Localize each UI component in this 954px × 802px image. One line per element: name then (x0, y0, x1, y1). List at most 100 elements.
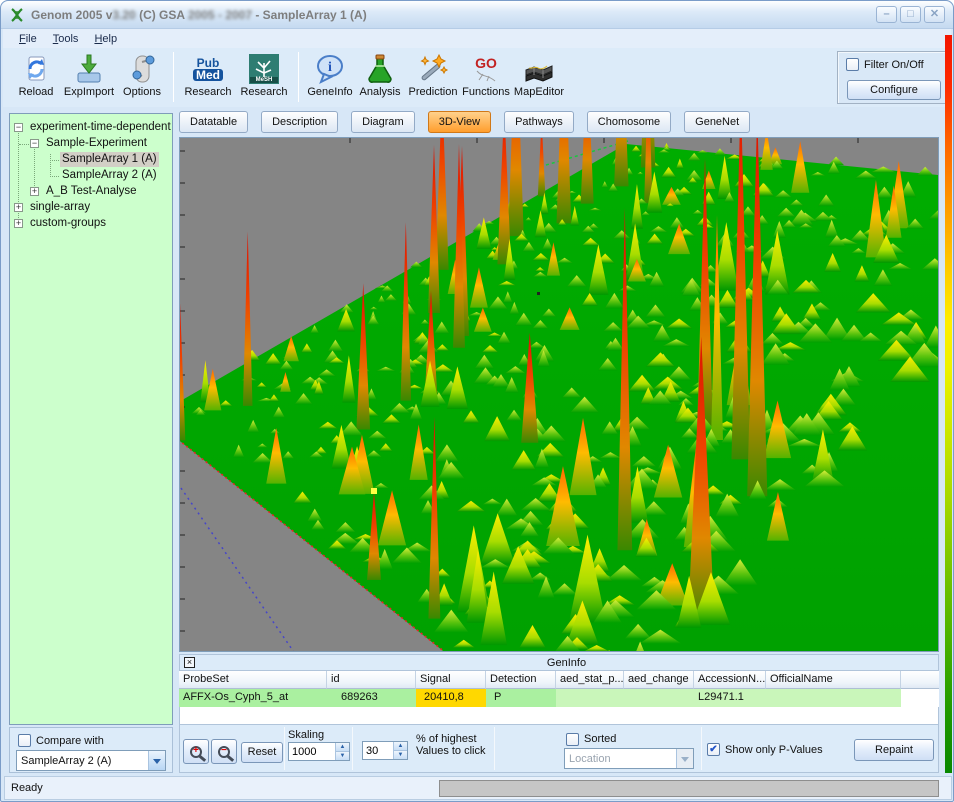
location-select[interactable]: Location (564, 748, 694, 769)
info-bubble-icon: i (313, 52, 347, 85)
column-header-detection[interactable]: Detection (486, 671, 556, 689)
tab-datatable[interactable]: Datatable (179, 111, 248, 133)
pubmed-icon: PubMed (191, 52, 225, 85)
skaling-input[interactable] (289, 743, 335, 760)
show-pvalues-label: Show only P-Values (725, 744, 823, 756)
percent-spinbox (362, 741, 408, 760)
surface-svg (180, 138, 938, 651)
tree-collapse-toggle[interactable] (30, 139, 39, 148)
map-stack-icon (522, 52, 556, 85)
spin-up-icon[interactable] (336, 743, 349, 752)
menu-file[interactable]: File (11, 31, 45, 47)
column-header-signal[interactable]: Signal (416, 671, 486, 689)
sorted-checkbox[interactable] (566, 733, 579, 746)
maximize-button[interactable] (900, 6, 921, 23)
tree-item-samplearray-2[interactable]: SampleArray 2 (A) (60, 168, 159, 183)
tree-collapse-toggle[interactable] (14, 123, 23, 132)
compare-panel: Compare with SampleArray 2 (A) (9, 727, 173, 773)
column-header-probeset[interactable]: ProbeSet (179, 671, 327, 689)
toolbar-separator (298, 52, 299, 102)
column-header-empty[interactable] (901, 671, 939, 689)
compare-with-label: Compare with (36, 735, 104, 747)
column-header-officialname[interactable]: OfficialName (766, 671, 901, 689)
column-header-accession[interactable]: AccessionN... (694, 671, 766, 689)
controls-divider (284, 727, 285, 770)
tab-description[interactable]: Description (261, 111, 338, 133)
tree-item-samplearray-1[interactable]: SampleArray 1 (A) (60, 152, 159, 167)
tree-item-single-array[interactable]: single-array (28, 200, 92, 215)
tree-expand-toggle[interactable] (30, 187, 39, 196)
tree-item-custom-groups[interactable]: custom-groups (28, 216, 108, 231)
dropdown-arrow-icon[interactable] (148, 751, 165, 770)
reset-button[interactable]: Reset (241, 742, 283, 763)
cell-detection: P (486, 689, 556, 707)
tree-item-ab-test-analyse[interactable]: A_B Test-Analyse (44, 184, 139, 199)
column-header-aed-stat-p[interactable]: aed_stat_p... (556, 671, 624, 689)
tree-item-experiment-time-dependent[interactable]: experiment-time-dependent (28, 120, 173, 135)
app-icon (9, 7, 25, 23)
geninfo-table-row[interactable]: AFFX-Os_Cyph_5_at 689263 20410,8 P L2947… (179, 689, 939, 707)
tree-expand-toggle[interactable] (14, 219, 23, 228)
tree-expand-toggle[interactable] (14, 203, 23, 212)
height-color-scale (945, 35, 952, 773)
status-text: Ready (11, 782, 43, 794)
spin-down-icon[interactable] (394, 751, 407, 759)
tab-pathways[interactable]: Pathways (504, 111, 574, 133)
sorted-label: Sorted (584, 733, 616, 745)
prediction-button[interactable]: Prediction (405, 50, 461, 105)
close-button[interactable] (924, 6, 945, 23)
spin-down-icon[interactable] (336, 752, 349, 760)
cell-aed-change (624, 689, 694, 707)
percent-spinner[interactable] (393, 742, 407, 759)
menu-help[interactable]: Help (86, 31, 125, 47)
surface-3d-view[interactable] (179, 137, 939, 652)
column-header-aed-change[interactable]: aed_change (624, 671, 694, 689)
tab-genenet[interactable]: GeneNet (684, 111, 750, 133)
menu-bar: File Tools Help (3, 29, 951, 48)
analysis-button[interactable]: Analysis (355, 50, 405, 105)
reload-button[interactable]: Reload (11, 50, 61, 105)
tab-diagram[interactable]: Diagram (351, 111, 415, 133)
tab-chomosome[interactable]: Chomosome (587, 111, 671, 133)
options-button[interactable]: Options (117, 50, 167, 105)
mapeditor-button[interactable]: MapEditor (511, 50, 567, 105)
geneinfo-button[interactable]: i GeneInfo (305, 50, 355, 105)
mesh-research-button[interactable]: MeSH Research (236, 50, 292, 105)
percent-input[interactable] (363, 742, 393, 759)
pubmed-research-button[interactable]: PubMed Research (180, 50, 236, 105)
mesh-icon: MeSH (247, 52, 281, 85)
repaint-button[interactable]: Repaint (854, 739, 934, 761)
compare-with-checkbox[interactable] (18, 734, 31, 747)
cell-probeset: AFFX-Os_Cyph_5_at (179, 689, 327, 707)
spin-up-icon[interactable] (394, 742, 407, 751)
selected-probe-marker (371, 488, 377, 494)
skaling-label: Skaling (288, 729, 324, 741)
zoom-in-button[interactable] (183, 739, 209, 764)
dropdown-arrow-icon[interactable] (676, 749, 693, 768)
cell-id: 689263 (327, 689, 416, 707)
geninfo-close-icon[interactable] (184, 657, 195, 668)
compare-array-select[interactable]: SampleArray 2 (A) (16, 750, 166, 771)
column-header-id[interactable]: id (327, 671, 416, 689)
cell-officialname (766, 689, 901, 707)
controls-divider (494, 727, 495, 770)
percent-label-line2: Values to click (416, 745, 486, 757)
geninfo-panel-header: GenInfo (179, 654, 939, 671)
minimize-button[interactable] (876, 6, 897, 23)
export-import-icon (72, 52, 106, 85)
configure-button[interactable]: Configure (847, 80, 941, 100)
toolbar-separator (173, 52, 174, 102)
tab-3d-view[interactable]: 3D-View (428, 111, 491, 133)
functions-button[interactable]: GO Functions (461, 50, 511, 105)
zoom-out-icon (218, 746, 230, 758)
zoom-out-button[interactable] (211, 739, 237, 764)
expimport-button[interactable]: ExpImport (61, 50, 117, 105)
tree-item-sample-experiment[interactable]: Sample-Experiment (44, 136, 149, 151)
show-pvalues-checkbox[interactable]: ✔ (707, 743, 720, 756)
skaling-spinner[interactable] (335, 743, 349, 760)
filter-checkbox[interactable] (846, 58, 859, 71)
percent-label-line1: % of highest (416, 733, 477, 745)
status-bar: Ready (4, 776, 952, 800)
menu-tools[interactable]: Tools (45, 31, 87, 47)
go-icon: GO (469, 52, 503, 85)
